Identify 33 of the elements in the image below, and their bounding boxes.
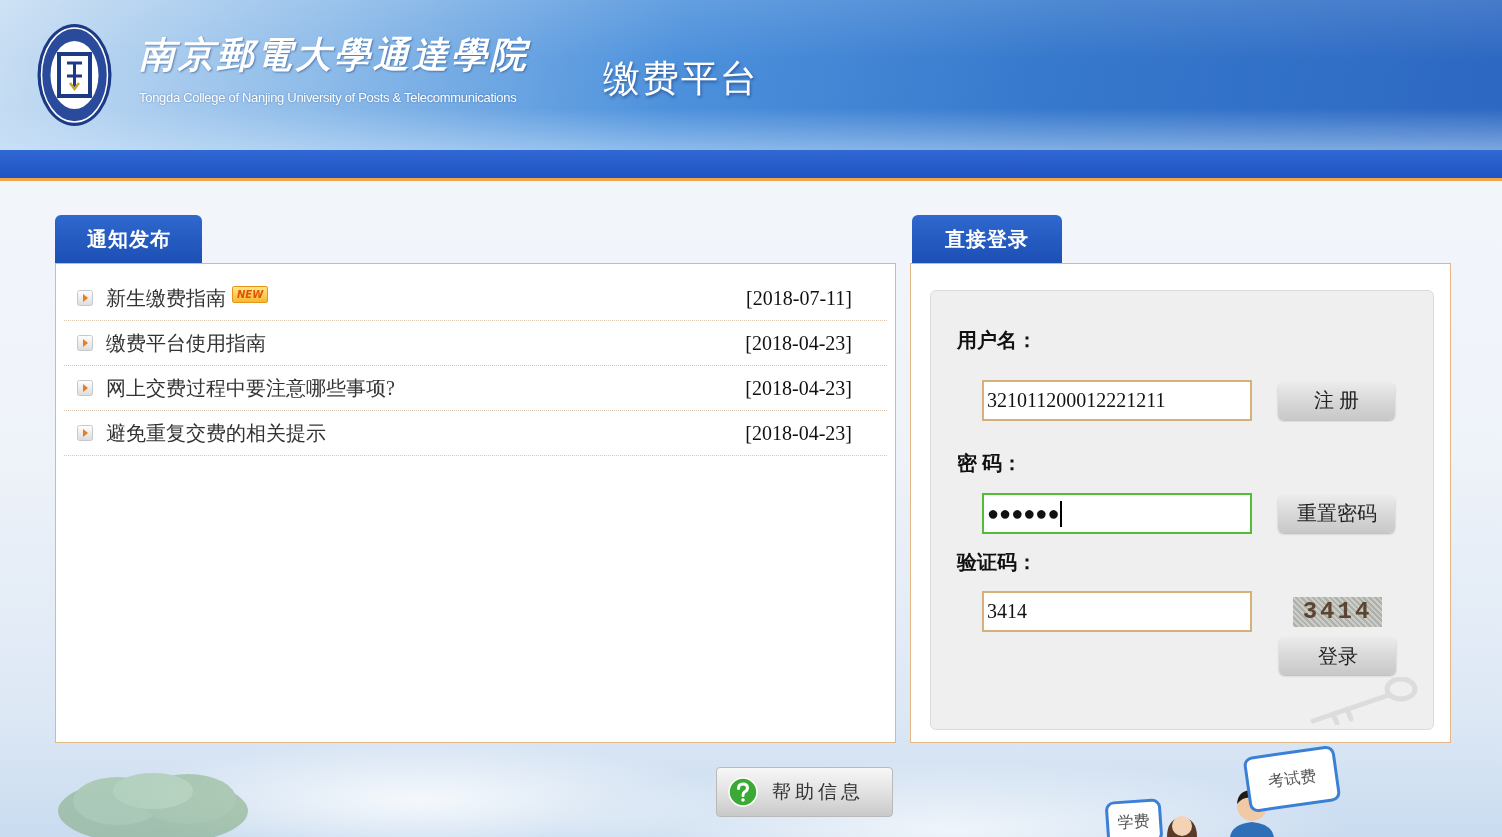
- field-label: 用户名：: [957, 328, 1037, 352]
- username-field[interactable]: 321011200012221211: [982, 380, 1252, 421]
- field-label: 验证码：: [957, 550, 1037, 574]
- notice-date: [2018-04-23]: [745, 421, 852, 445]
- new-badge: NEW: [232, 285, 269, 303]
- field-label: 密 码：: [957, 451, 1022, 475]
- notice-date: [2018-07-11]: [746, 286, 852, 310]
- bullet-icon: [77, 290, 93, 306]
- register-button[interactable]: 注 册: [1278, 381, 1395, 420]
- speech-bubble: 考试费: [1242, 744, 1342, 814]
- login-button[interactable]: 登录: [1279, 637, 1396, 675]
- notice-link[interactable]: 新生缴费指南: [106, 284, 226, 312]
- bullet-icon: [77, 335, 93, 351]
- notice-link[interactable]: 避免重复交费的相关提示: [106, 419, 326, 447]
- help-icon: [728, 777, 758, 807]
- captcha-image: 3414: [1293, 596, 1382, 627]
- reset-password-button[interactable]: 重置密码: [1278, 494, 1395, 533]
- captcha-field[interactable]: 3414: [982, 591, 1252, 632]
- college-name-english: Tongda College of Nanjing University of Posts & Telecommunications: [139, 90, 518, 105]
- platform-title: 缴费平台: [603, 56, 759, 102]
- emblem-icon: [37, 23, 112, 127]
- bullet-icon: [77, 380, 93, 396]
- notice-link[interactable]: 网上交费过程中要注意哪些事项?: [106, 374, 395, 402]
- college-name: 南京郵電大學通達學院: [139, 32, 529, 77]
- notice-date: [2018-04-23]: [745, 376, 852, 400]
- speech-bubble: 学费: [1104, 798, 1164, 837]
- panel-heading: 直接登录: [912, 215, 1062, 263]
- bullet-icon: [77, 425, 93, 441]
- help-button[interactable]: 帮助信息: [716, 767, 893, 817]
- panel-heading: 通知发布: [55, 215, 202, 263]
- password-field[interactable]: ●●●●●●: [982, 493, 1252, 534]
- notice-date: [2018-04-23]: [745, 331, 852, 355]
- notice-link[interactable]: 缴费平台使用指南: [106, 329, 266, 357]
